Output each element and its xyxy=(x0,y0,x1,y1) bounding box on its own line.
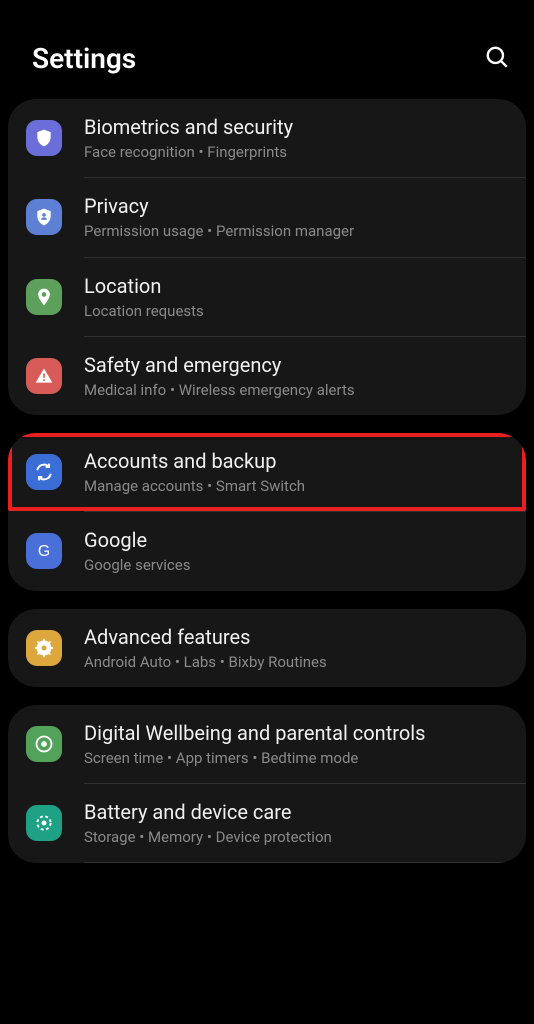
settings-item-battery[interactable]: Battery and device careStorage • Memory … xyxy=(8,784,526,862)
item-text: PrivacyPermission usage • Permission man… xyxy=(84,193,508,241)
settings-item-biometrics[interactable]: Biometrics and securityFace recognition … xyxy=(8,99,526,177)
pin-icon xyxy=(26,279,62,315)
settings-item-google[interactable]: G GoogleGoogle services xyxy=(8,512,526,590)
item-title: Safety and emergency xyxy=(84,352,508,379)
item-subtitle: Storage • Memory • Device protection xyxy=(84,827,508,847)
item-text: Biometrics and securityFace recognition … xyxy=(84,114,508,162)
item-subtitle: Android Auto • Labs • Bixby Routines xyxy=(84,652,508,672)
item-text: Advanced featuresAndroid Auto • Labs • B… xyxy=(84,624,508,672)
settings-item-accounts[interactable]: Accounts and backupManage accounts • Sma… xyxy=(8,433,526,511)
item-subtitle: Face recognition • Fingerprints xyxy=(84,142,508,162)
google-icon: G xyxy=(26,533,62,569)
settings-header: Settings xyxy=(0,0,534,99)
settings-item-wellbeing[interactable]: Digital Wellbeing and parental controlsS… xyxy=(8,705,526,783)
sync-icon xyxy=(26,454,62,490)
item-text: Digital Wellbeing and parental controlsS… xyxy=(84,720,508,768)
settings-group: Accounts and backupManage accounts • Sma… xyxy=(8,433,526,591)
wellbeing-icon xyxy=(26,726,62,762)
item-title: Digital Wellbeing and parental controls xyxy=(84,720,508,747)
page-title: Settings xyxy=(32,42,136,75)
settings-item-safety[interactable]: Safety and emergencyMedical info • Wirel… xyxy=(8,337,526,415)
settings-content: Biometrics and securityFace recognition … xyxy=(0,99,534,863)
item-subtitle: Manage accounts • Smart Switch xyxy=(84,476,508,496)
item-subtitle: Medical info • Wireless emergency alerts xyxy=(84,380,508,400)
settings-item-privacy[interactable]: PrivacyPermission usage • Permission man… xyxy=(8,178,526,256)
settings-item-advanced[interactable]: Advanced featuresAndroid Auto • Labs • B… xyxy=(8,609,526,687)
warning-icon xyxy=(26,358,62,394)
settings-item-location[interactable]: LocationLocation requests xyxy=(8,258,526,336)
divider xyxy=(84,862,526,863)
item-text: Battery and device careStorage • Memory … xyxy=(84,799,508,847)
item-title: Battery and device care xyxy=(84,799,508,826)
item-title: Location xyxy=(84,273,508,300)
care-icon xyxy=(26,805,62,841)
settings-group: Biometrics and securityFace recognition … xyxy=(8,99,526,415)
privacy-icon xyxy=(26,199,62,235)
svg-text:G: G xyxy=(38,543,50,560)
item-text: Safety and emergencyMedical info • Wirel… xyxy=(84,352,508,400)
item-text: GoogleGoogle services xyxy=(84,527,508,575)
item-title: Accounts and backup xyxy=(84,448,508,475)
search-icon xyxy=(484,44,510,70)
settings-group: Digital Wellbeing and parental controlsS… xyxy=(8,705,526,864)
item-title: Google xyxy=(84,527,508,554)
item-text: LocationLocation requests xyxy=(84,273,508,321)
item-title: Biometrics and security xyxy=(84,114,508,141)
item-subtitle: Screen time • App timers • Bedtime mode xyxy=(84,748,508,768)
item-title: Privacy xyxy=(84,193,508,220)
item-text: Accounts and backupManage accounts • Sma… xyxy=(84,448,508,496)
shield-icon xyxy=(26,120,62,156)
item-title: Advanced features xyxy=(84,624,508,651)
item-subtitle: Google services xyxy=(84,555,508,575)
search-button[interactable] xyxy=(484,44,510,74)
item-subtitle: Location requests xyxy=(84,301,508,321)
settings-group: Advanced featuresAndroid Auto • Labs • B… xyxy=(8,609,526,687)
item-subtitle: Permission usage • Permission manager xyxy=(84,221,508,241)
gear-icon xyxy=(26,630,62,666)
